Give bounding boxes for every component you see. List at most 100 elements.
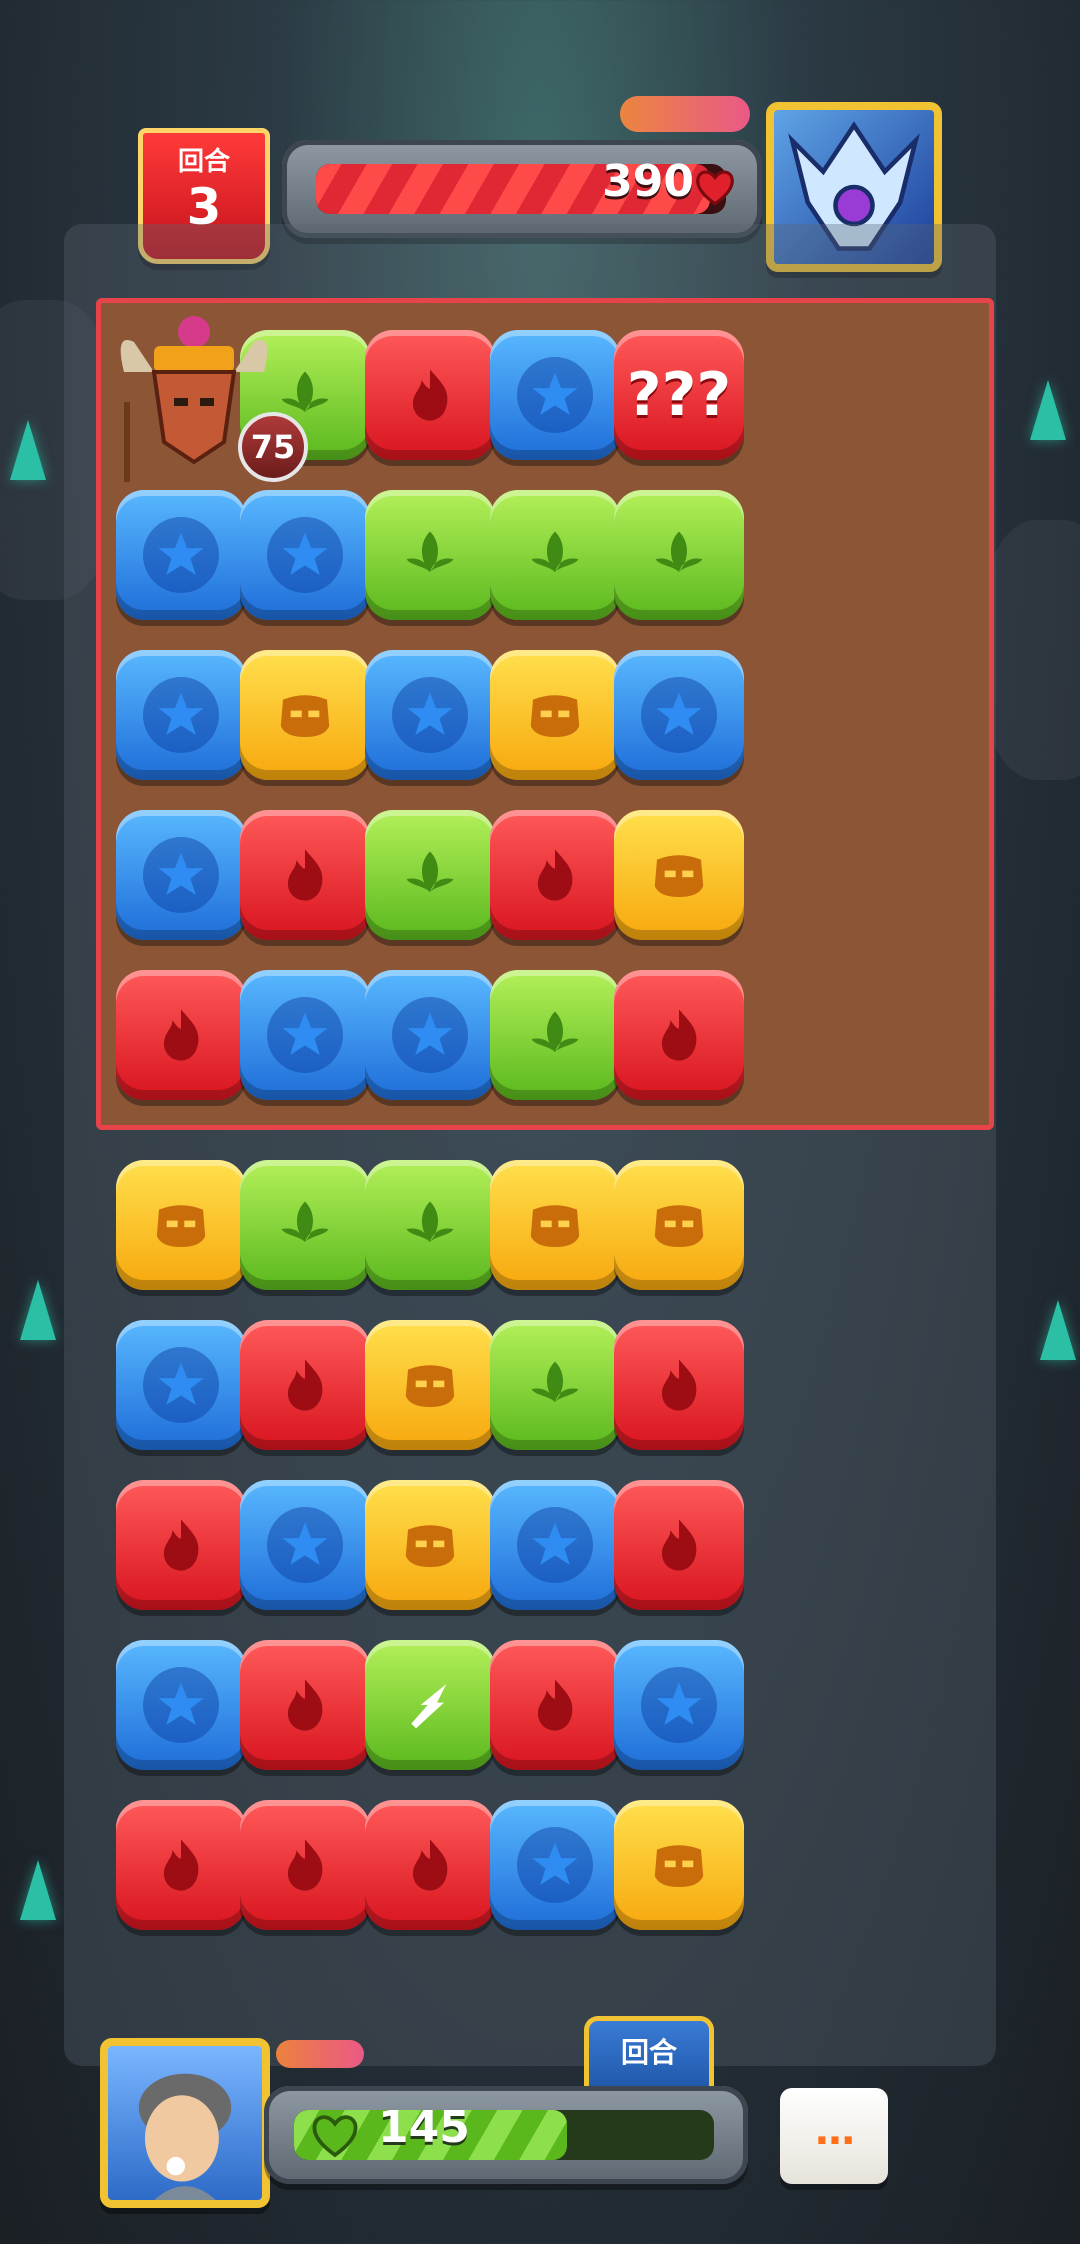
tile-blue[interactable]: [365, 650, 495, 780]
tile-blue[interactable]: [116, 490, 246, 620]
star-icon: [143, 1667, 219, 1743]
star-icon: [517, 1507, 593, 1583]
tile-blue[interactable]: [614, 650, 744, 780]
tile-red[interactable]: [240, 1640, 370, 1770]
star-icon: [143, 517, 219, 593]
player-portrait[interactable]: [100, 2038, 270, 2208]
flame-icon: [523, 1673, 587, 1737]
round-label: 回合: [177, 147, 230, 177]
tile-green[interactable]: [365, 1160, 495, 1290]
leaf-icon: [523, 523, 587, 587]
boss-level-badge: 75: [238, 412, 308, 482]
flame-icon: [523, 843, 587, 907]
tile-red[interactable]: [116, 1800, 246, 1930]
star-icon: [267, 1507, 343, 1583]
enemy-hp-value: 390: [602, 156, 694, 207]
skull-icon: [397, 1512, 463, 1578]
leaf-icon: [398, 1193, 462, 1257]
tile-blue[interactable]: [116, 1640, 246, 1770]
player-hp-value: 145: [378, 2102, 470, 2153]
skull-icon: [646, 842, 712, 908]
question-marks-icon: ???: [626, 360, 732, 430]
tile-yellow[interactable]: [365, 1480, 495, 1610]
tile-yellow[interactable]: [614, 810, 744, 940]
tile-red[interactable]: [240, 1320, 370, 1450]
tile-red[interactable]: [365, 1800, 495, 1930]
tile-yellow[interactable]: [116, 1160, 246, 1290]
tile-red[interactable]: [614, 1320, 744, 1450]
leaf-icon: [398, 523, 462, 587]
tile-blue[interactable]: [240, 1480, 370, 1610]
tile-red[interactable]: [240, 810, 370, 940]
star-icon: [143, 1347, 219, 1423]
tile-red[interactable]: [116, 970, 246, 1100]
green-heart-icon: [312, 2115, 358, 2158]
tile-red[interactable]: [614, 1480, 744, 1610]
skull-icon: [148, 1192, 214, 1258]
flame-icon: [149, 1833, 213, 1897]
tile-yellow[interactable]: [490, 1160, 620, 1290]
star-icon: [517, 1827, 593, 1903]
skull-icon: [646, 1192, 712, 1258]
tile-blue[interactable]: [240, 970, 370, 1100]
tile-special[interactable]: [365, 1640, 495, 1770]
crystal-decoration: [1040, 1300, 1076, 1360]
tile-blue[interactable]: [116, 650, 246, 780]
tile-yellow[interactable]: [614, 1800, 744, 1930]
heart-icon: [696, 170, 734, 206]
tile-blue[interactable]: [490, 1800, 620, 1930]
tile-red[interactable]: [490, 1640, 620, 1770]
flame-icon: [273, 1353, 337, 1417]
tile-green[interactable]: [490, 1320, 620, 1450]
player-hp-bar: 145: [264, 2086, 748, 2184]
crystal-decoration: [20, 1280, 56, 1340]
tile-yellow[interactable]: [365, 1320, 495, 1450]
tile-red[interactable]: [116, 1480, 246, 1610]
player-name-redacted: [276, 2040, 364, 2068]
tile-green[interactable]: [614, 490, 744, 620]
crystal-decoration: [20, 1860, 56, 1920]
skull-icon: [522, 682, 588, 748]
tile-blue[interactable]: [116, 810, 246, 940]
tile-blue[interactable]: [240, 490, 370, 620]
tile-green[interactable]: [365, 810, 495, 940]
tile-red[interactable]: [240, 1800, 370, 1930]
enemy-name-redacted: [620, 96, 750, 132]
tile-green[interactable]: [490, 490, 620, 620]
leaf-icon: [523, 1003, 587, 1067]
player-avatar-icon: [138, 2073, 232, 2200]
skull-icon: [397, 1352, 463, 1418]
skull-icon: [272, 682, 338, 748]
tile-yellow[interactable]: [614, 1160, 744, 1290]
tile-yellow[interactable]: [240, 650, 370, 780]
tile-green[interactable]: [240, 1160, 370, 1290]
flame-icon: [647, 1513, 711, 1577]
tile-red[interactable]: [490, 810, 620, 940]
tile-mystery[interactable]: ???: [614, 330, 744, 460]
crystal-decoration: [10, 420, 46, 480]
lightning-icon: [395, 1670, 465, 1740]
tile-red[interactable]: [365, 330, 495, 460]
tile-green[interactable]: [365, 490, 495, 620]
flame-icon: [149, 1513, 213, 1577]
tile-yellow[interactable]: [490, 650, 620, 780]
tile-red[interactable]: [614, 970, 744, 1100]
tile-blue[interactable]: [490, 1480, 620, 1610]
star-icon: [392, 677, 468, 753]
leaf-icon: [523, 1353, 587, 1417]
tile-blue[interactable]: [365, 970, 495, 1100]
star-icon: [143, 837, 219, 913]
tile-blue[interactable]: [116, 1320, 246, 1450]
leaf-icon: [273, 1193, 337, 1257]
tile-green[interactable]: [490, 970, 620, 1100]
menu-button[interactable]: ...: [780, 2088, 888, 2184]
leaf-icon: [398, 843, 462, 907]
flame-icon: [273, 1833, 337, 1897]
tile-blue[interactable]: [614, 1640, 744, 1770]
crystal-decoration: [1030, 380, 1066, 440]
tile-blue[interactable]: [490, 330, 620, 460]
flame-icon: [398, 1833, 462, 1897]
star-icon: [392, 997, 468, 1073]
skull-icon: [646, 1832, 712, 1898]
skull-icon: [522, 1192, 588, 1258]
